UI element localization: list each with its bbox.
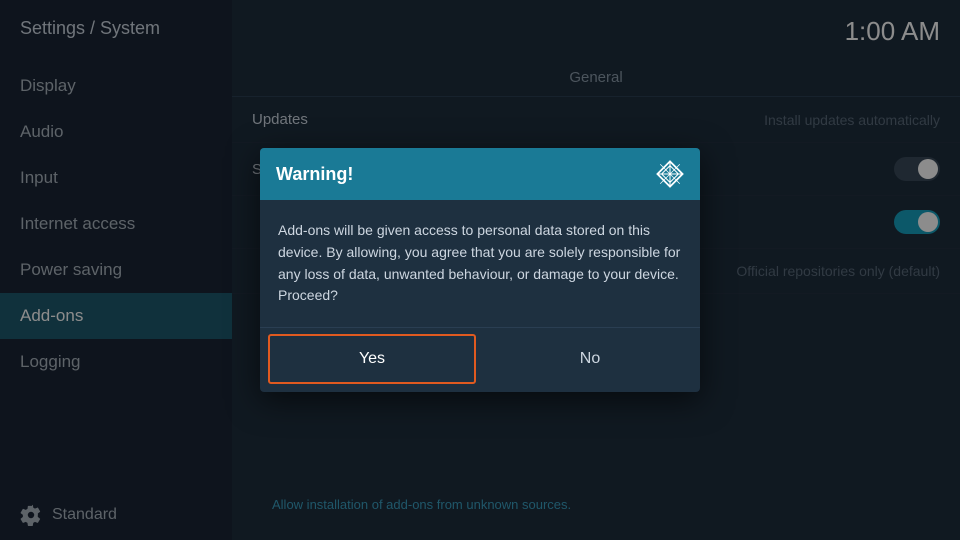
kodi-logo-icon bbox=[656, 160, 684, 188]
warning-dialog: Warning! Add-ons will be given access to… bbox=[260, 148, 700, 392]
dialog-title: Warning! bbox=[276, 164, 353, 185]
dialog-yes-button[interactable]: Yes bbox=[268, 334, 476, 384]
dialog-header: Warning! bbox=[260, 148, 700, 200]
dialog-no-button[interactable]: No bbox=[488, 334, 692, 384]
dialog-body: Add-ons will be given access to personal… bbox=[260, 200, 700, 327]
dialog-buttons: Yes No bbox=[260, 327, 700, 392]
dialog-overlay: Warning! Add-ons will be given access to… bbox=[0, 0, 960, 540]
